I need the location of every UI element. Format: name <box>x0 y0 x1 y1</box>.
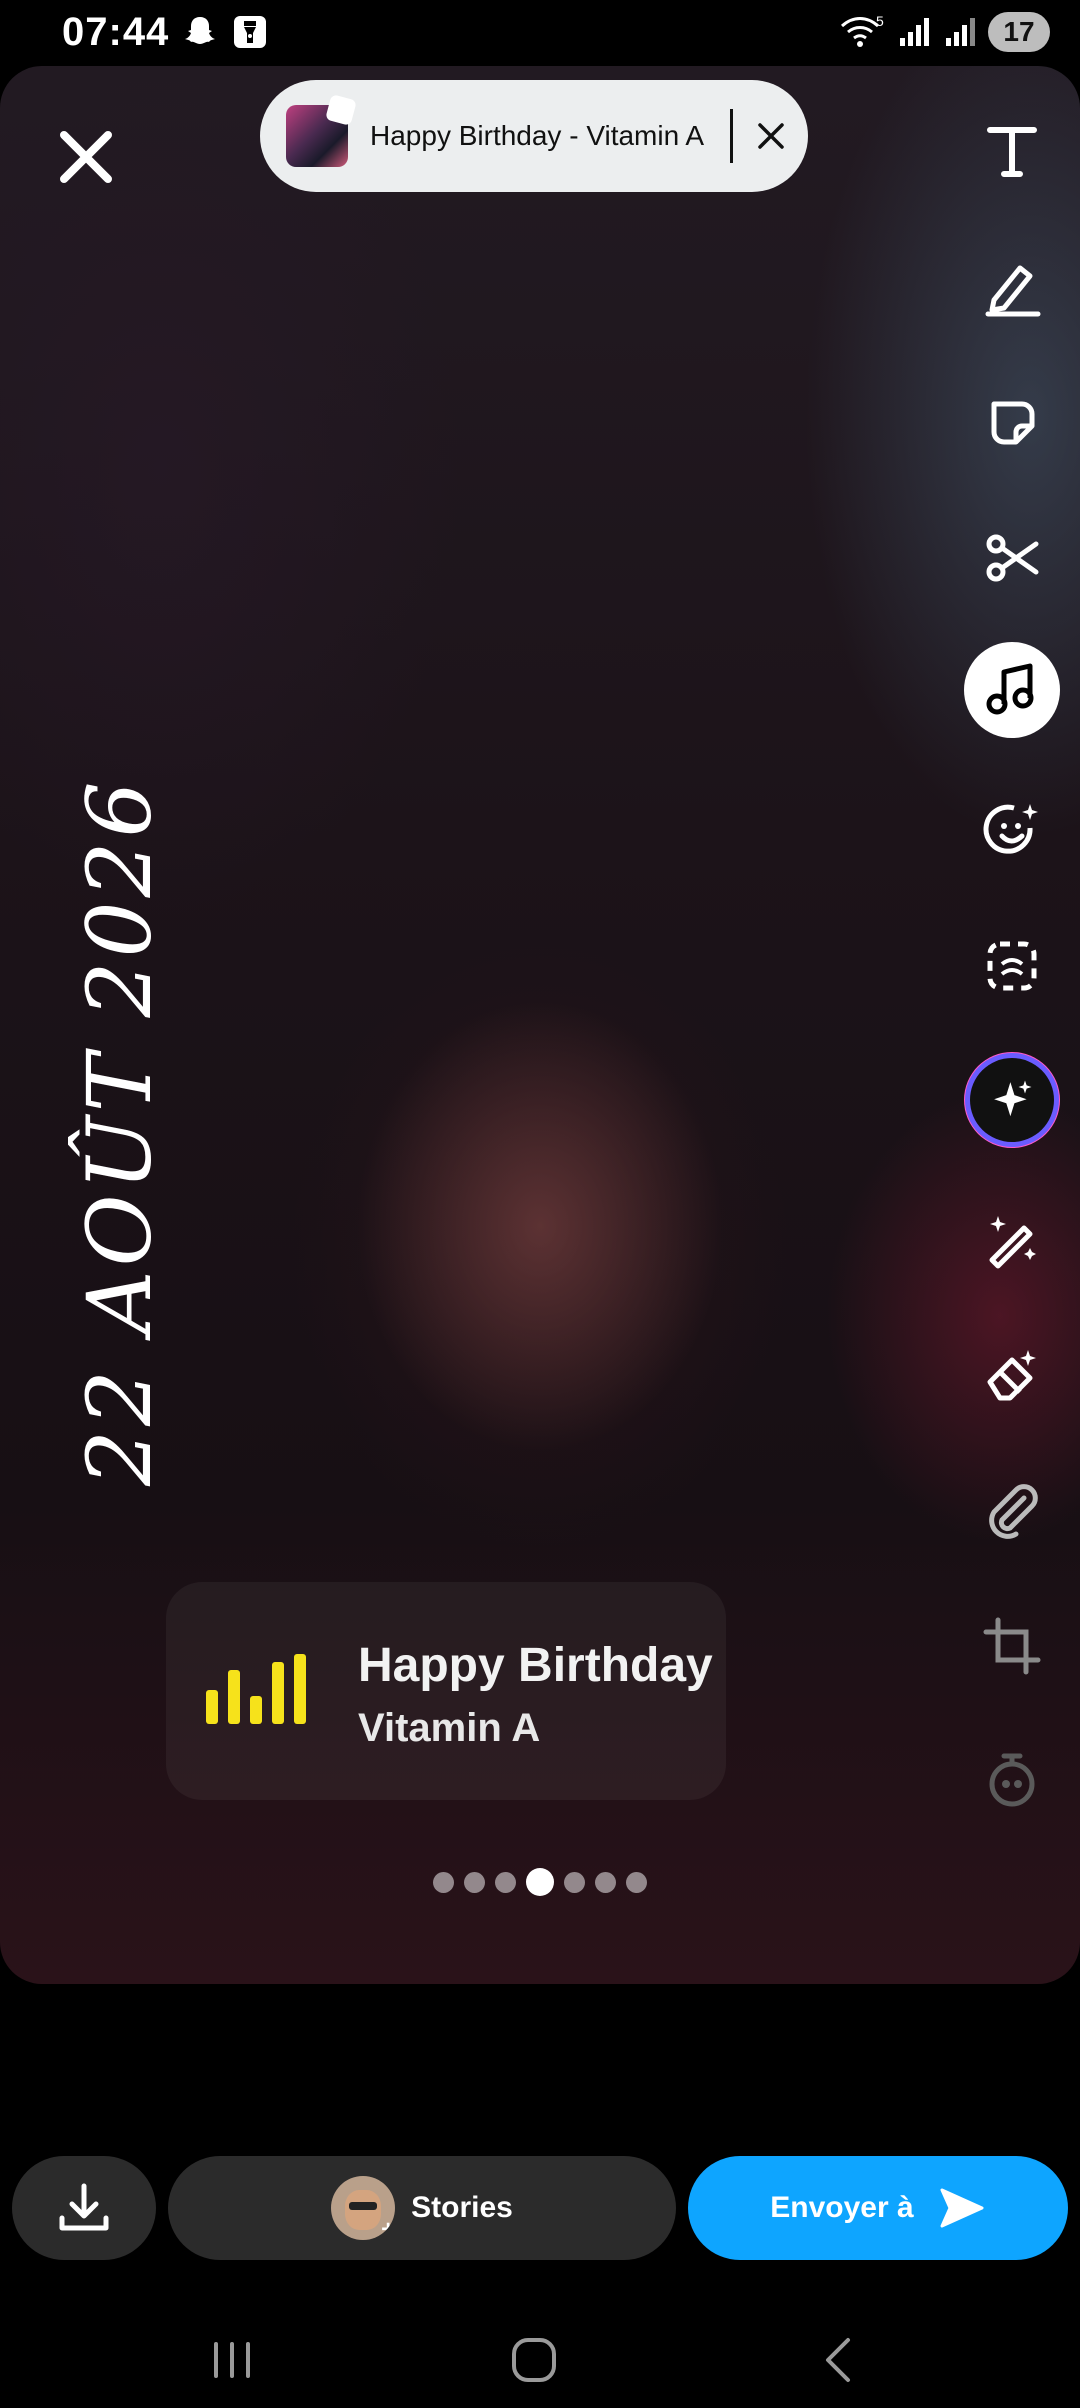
audio-bars-icon <box>206 1654 306 1724</box>
crop-icon <box>983 1617 1041 1675</box>
close-icon[interactable] <box>50 121 122 193</box>
status-icons-left <box>182 14 268 50</box>
close-icon[interactable] <box>751 116 791 156</box>
music-sticker-artist: Vitamin A <box>358 1706 541 1750</box>
attachment-tool-button[interactable] <box>962 1460 1062 1560</box>
page-dot[interactable] <box>564 1871 585 1893</box>
page-dot[interactable] <box>433 1871 454 1893</box>
send-to-label: Envoyer à <box>770 2191 914 2224</box>
recent-apps-icon <box>214 2342 250 2378</box>
sparkles-icon <box>994 1080 1032 1117</box>
back-icon <box>826 2338 850 2382</box>
flashlight-icon <box>234 16 266 48</box>
signal-icon <box>946 18 975 46</box>
signal-icon <box>900 18 929 46</box>
send-to-button[interactable]: Envoyer à <box>688 2156 1068 2260</box>
status-bar: 07:44 5 17 <box>0 0 1080 66</box>
home-button[interactable] <box>494 2320 574 2400</box>
send-arrow-icon <box>940 2188 984 2228</box>
recent-apps-button[interactable] <box>192 2320 272 2400</box>
magic-wand-icon <box>989 1216 1036 1269</box>
status-time: 07:44 <box>62 10 170 54</box>
navigation-bar <box>0 2300 1080 2408</box>
music-note-icon <box>986 663 1034 715</box>
plus-icon: + <box>381 2216 396 2240</box>
snapchat-ghost-icon <box>185 17 215 44</box>
page-indicator <box>0 1868 1080 1896</box>
song-pill-divider <box>730 109 734 163</box>
download-button[interactable] <box>12 2156 156 2260</box>
smiley-sparkle-icon <box>983 804 1038 854</box>
music-sticker[interactable]: Happy Birthday Vitamin A <box>166 1582 726 1800</box>
text-tool-button[interactable] <box>962 100 1062 200</box>
ai-tool-button[interactable] <box>970 1058 1054 1142</box>
magic-wand-tool-button[interactable] <box>962 1188 1062 1288</box>
music-sticker-title: Happy Birthday <box>358 1639 713 1692</box>
back-button[interactable] <box>800 2320 880 2400</box>
battery-indicator: 17 <box>988 12 1050 52</box>
download-icon <box>59 2183 109 2231</box>
scan-tool-button[interactable] <box>962 916 1062 1016</box>
avatar: + <box>331 2176 396 2240</box>
page-dot-active[interactable] <box>526 1868 554 1896</box>
music-tool-button[interactable] <box>964 642 1060 738</box>
wifi-icon: 5 <box>840 13 884 47</box>
scan-frame-icon <box>987 941 1037 991</box>
scissors-tool-button[interactable] <box>962 508 1062 608</box>
sticker-icon <box>991 401 1035 445</box>
snap-preview[interactable]: Happy Birthday - Vitamin A 22 AOÛT 2026 … <box>0 66 1080 1984</box>
lens-tool-button[interactable] <box>962 780 1062 880</box>
status-icons-right: 5 17 <box>838 12 1050 52</box>
page-dot[interactable] <box>495 1871 516 1893</box>
paperclip-icon <box>989 1484 1038 1539</box>
song-pill-title: Happy Birthday - Vitamin A <box>370 120 705 151</box>
date-sticker[interactable]: 22 AOÛT 2026 <box>68 778 171 1486</box>
pencil-icon <box>985 265 1041 317</box>
draw-tool-button[interactable] <box>962 236 1062 336</box>
wifi-badge: 5 <box>876 13 884 29</box>
timer-icon <box>989 1753 1035 1807</box>
scissors-icon <box>986 534 1039 582</box>
text-icon <box>987 127 1037 177</box>
page-dot[interactable] <box>595 1871 616 1893</box>
eraser-tool-button[interactable] <box>962 1324 1062 1424</box>
page-dot[interactable] <box>626 1871 647 1893</box>
page-dot[interactable] <box>464 1871 485 1893</box>
eraser-icon <box>987 1350 1036 1401</box>
crop-tool-button[interactable] <box>962 1596 1062 1696</box>
timer-tool-button[interactable] <box>962 1730 1062 1830</box>
stories-button[interactable]: + Stories <box>168 2156 676 2260</box>
home-icon <box>512 2338 556 2382</box>
stories-label: Stories <box>411 2191 513 2224</box>
song-thumbnail <box>286 105 348 167</box>
song-pill[interactable]: Happy Birthday - Vitamin A <box>260 80 808 192</box>
sticker-tool-button[interactable] <box>962 372 1062 472</box>
